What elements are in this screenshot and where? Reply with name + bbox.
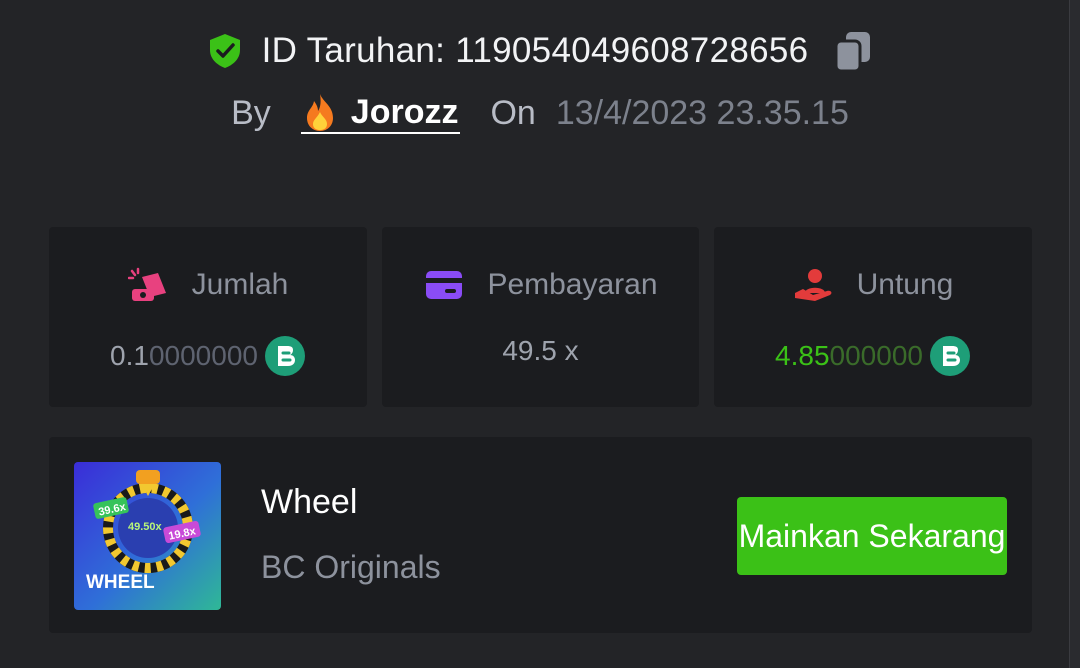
by-label: By xyxy=(231,93,271,132)
wheel-game-thumbnail[interactable]: 39.6x 49.50x 19.8x WHEEL xyxy=(74,462,221,610)
bc-coin-icon xyxy=(929,336,970,376)
bet-meta-row: By Jorozz On 13/4/2023 23.35.15 xyxy=(0,92,1080,134)
bet-id-text: ID Taruhan: 119054049608728656 xyxy=(261,31,809,70)
on-label: On xyxy=(490,93,536,132)
amount-value-main: 0.1 xyxy=(110,340,149,371)
profit-value-trailing: 000000 xyxy=(829,340,923,371)
profit-icon xyxy=(794,269,832,301)
bc-coin-icon xyxy=(264,336,305,376)
bet-id-row: ID Taruhan: 119054049608728656 xyxy=(0,28,1080,74)
fire-icon xyxy=(306,94,333,131)
amount-value-trailing: 0000000 xyxy=(148,340,258,371)
play-now-button[interactable]: Mainkan Sekarang xyxy=(737,497,1007,575)
payout-value: 49.5 x xyxy=(502,335,579,366)
thumb-badge-2: 49.50x xyxy=(128,521,163,533)
copy-icon[interactable] xyxy=(832,28,874,74)
game-title[interactable]: Wheel xyxy=(261,483,357,522)
username-text: Jorozz xyxy=(350,93,459,131)
amount-label: Jumlah xyxy=(191,268,289,301)
profit-value-main: 4.85 xyxy=(775,340,830,371)
amount-icon xyxy=(127,267,166,301)
profit-label: Untung xyxy=(856,268,954,301)
payout-label: Pembayaran xyxy=(487,268,658,301)
amount-card: Jumlah 0.1 0000000 xyxy=(49,227,367,407)
payout-card: Pembayaran 49.5 x xyxy=(382,227,699,407)
bet-datetime: 13/4/2023 23.35.15 xyxy=(555,93,849,132)
username-link[interactable]: Jorozz xyxy=(300,92,461,134)
payout-card-icon xyxy=(426,271,463,299)
thumb-wheel-text: WHEEL xyxy=(86,572,155,593)
game-provider: BC Originals xyxy=(261,549,441,585)
profit-card: Untung 4.85 000000 xyxy=(714,227,1032,407)
game-card: 39.6x 49.50x 19.8x WHEEL Wheel BC Origin… xyxy=(49,437,1032,633)
verified-shield-icon xyxy=(209,34,240,68)
